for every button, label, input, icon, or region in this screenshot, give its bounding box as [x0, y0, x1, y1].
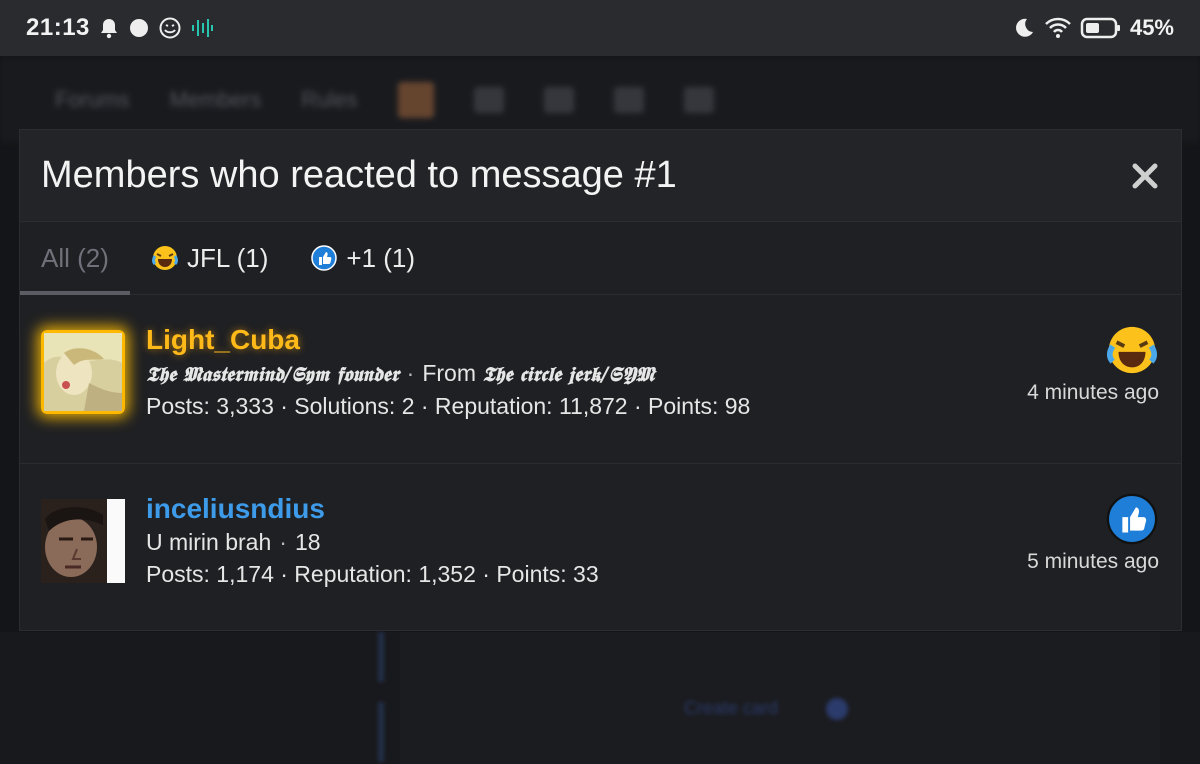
bg-panel — [400, 632, 1160, 764]
sound-wave-icon — [190, 16, 214, 40]
tab-jfl-label: JFL (1) — [187, 242, 269, 273]
member-reaction: 4 minutes ago — [1027, 323, 1159, 405]
avatar[interactable] — [41, 499, 125, 583]
status-bar: 21:13 45% — [0, 0, 1200, 56]
modal-title: Members who reacted to message #1 — [41, 154, 677, 196]
background-content: Create card — [0, 632, 1200, 764]
tab-plus-one-label: +1 (1) — [346, 242, 416, 273]
member-reaction: 5 minutes ago — [1027, 492, 1159, 574]
modal-header: Members who reacted to message #1 — [20, 130, 1181, 222]
member-stats: Posts: 1,174 · Reputation: 1,352 · Point… — [146, 561, 599, 587]
bg-nav-members: Members — [169, 87, 262, 112]
laugh-cry-icon — [1105, 323, 1159, 377]
reaction-time: 4 minutes ago — [1027, 381, 1159, 404]
close-icon — [1132, 163, 1158, 188]
bg-dot — [826, 698, 848, 720]
member-stats: Posts: 3,333 · Solutions: 2 · Reputation… — [146, 393, 751, 419]
bg-bell-icon — [543, 87, 574, 113]
member-age: 18 — [294, 529, 321, 555]
member-from-label: From — [422, 360, 476, 386]
tab-all-label: All (2) — [41, 242, 109, 273]
member-info: Light_Cuba 𝕿𝖍𝖊 𝕸𝖆𝖘𝖙𝖊𝖗𝖒𝖎𝖓𝖉/𝕾𝖞𝖒 𝖋𝖔𝖚𝖓𝖉𝖊𝖗 · Fr… — [146, 323, 750, 422]
bg-create-card: Create card — [684, 698, 779, 718]
battery-icon — [1080, 16, 1122, 40]
member-name[interactable]: Light_Cuba — [146, 323, 750, 357]
member-row: inceliusndius U mirin brah · 18 Posts: 1,1… — [20, 464, 1181, 633]
bg-nav-rules: Rules — [301, 87, 358, 112]
bg-inbox-icon — [473, 87, 504, 113]
member-title: U mirin brah — [146, 529, 272, 555]
reaction-tabs: All (2) JFL (1) +1 (1) — [20, 222, 1181, 295]
member-title: 𝕿𝖍𝖊 𝕸𝖆𝖘𝖙𝖊𝖗𝖒𝖎𝖓𝖉/𝕾𝖞𝖒 𝖋𝖔𝖚𝖓𝖉𝖊𝖗 — [146, 362, 399, 386]
bg-thread-line — [378, 632, 384, 682]
member-row: Light_Cuba 𝕿𝖍𝖊 𝕸𝖆𝖘𝖙𝖊𝖗𝖒𝖎𝖓𝖉/𝕾𝖞𝖒 𝖋𝖔𝖚𝖓𝖉𝖊𝖗 · Fr… — [20, 295, 1181, 464]
bg-avatar — [397, 82, 434, 118]
wifi-icon — [1044, 16, 1072, 40]
clock: 21:13 — [26, 14, 90, 41]
avatar[interactable] — [41, 330, 125, 414]
status-left: 21:13 — [26, 14, 214, 42]
bell-icon — [98, 17, 120, 39]
member-info: inceliusndius U mirin brah · 18 Posts: 1,1… — [146, 492, 599, 590]
tab-all[interactable]: All (2) — [20, 222, 130, 295]
tab-jfl[interactable]: JFL (1) — [130, 222, 289, 294]
circle-icon — [128, 17, 150, 39]
laugh-cry-icon — [151, 244, 179, 272]
bg-search-icon — [683, 87, 714, 113]
moon-icon — [1012, 16, 1036, 40]
member-name[interactable]: inceliusndius — [146, 492, 599, 526]
member-title-line: U mirin brah · 18 — [146, 529, 321, 555]
bg-nav-forums: Forums — [55, 87, 130, 112]
status-right: 45% — [1012, 15, 1174, 41]
reaction-time: 5 minutes ago — [1027, 550, 1159, 573]
member-location: 𝕿𝖍𝖊 𝖈𝖎𝖗𝖈𝖑𝖊 𝖏𝖊𝖗𝖐/𝕾𝖄𝕸 — [482, 362, 655, 386]
smiley-icon — [158, 16, 182, 40]
thumbs-up-icon — [1105, 492, 1159, 546]
bg-theme-icon — [613, 87, 644, 113]
close-button[interactable] — [1125, 156, 1165, 196]
battery-percent: 45% — [1129, 15, 1174, 40]
tab-plus-one[interactable]: +1 (1) — [289, 222, 436, 294]
thumbs-up-icon — [310, 244, 338, 272]
bg-thread-line-2 — [378, 702, 384, 762]
reactions-modal: Members who reacted to message #1 All (2… — [19, 129, 1182, 631]
member-title-line: 𝕿𝖍𝖊 𝕸𝖆𝖘𝖙𝖊𝖗𝖒𝖎𝖓𝖉/𝕾𝖞𝖒 𝖋𝖔𝖚𝖓𝖉𝖊𝖗 · From 𝕿𝖍𝖊 𝖈𝖎𝖗𝖈… — [146, 360, 655, 386]
